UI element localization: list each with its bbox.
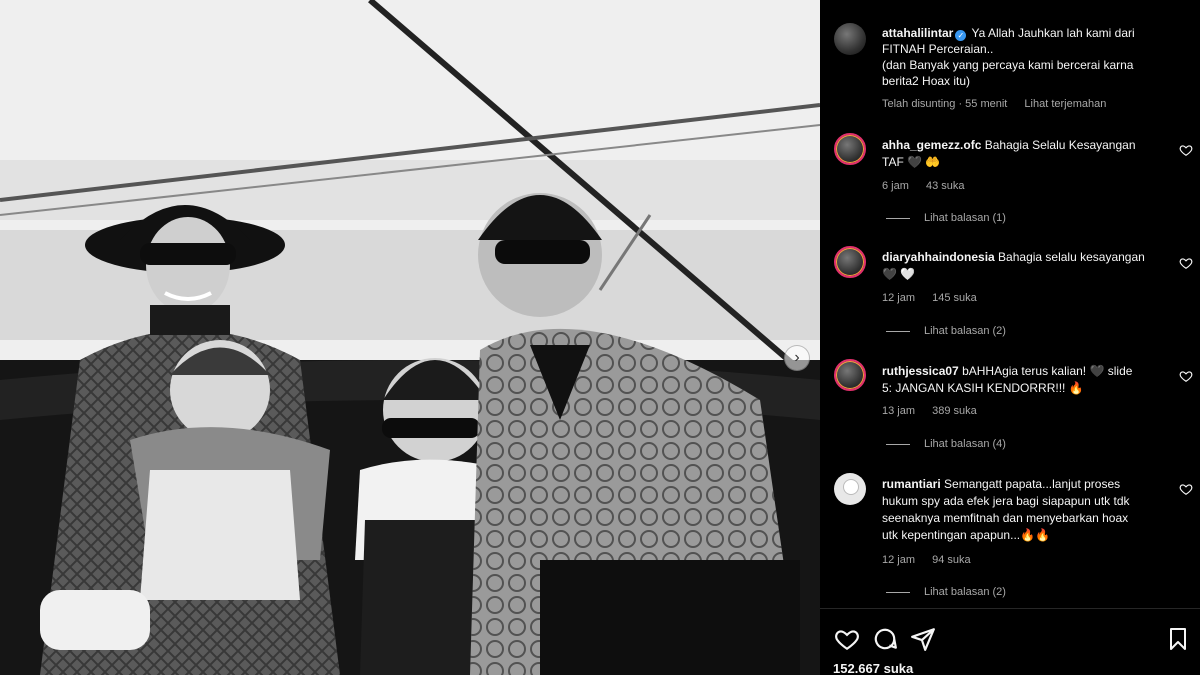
comment-text-line-1: Semangatt papata...lanjut proses	[944, 477, 1121, 491]
comment-meta: 12 jam 94 suka	[882, 554, 985, 566]
comment-username[interactable]: ruthjessica07	[882, 364, 959, 378]
comment-text-line-1: Bahagia selalu kesayangan	[998, 250, 1145, 264]
comment-time: 12 jam	[882, 292, 916, 304]
replies-dash	[886, 217, 910, 219]
comment-text-line-2: 5: JANGAN KASIH KENDORRR!!! 🔥	[882, 381, 1084, 395]
comment-meta: 13 jam 389 suka	[882, 405, 991, 417]
caption-line-1: Ya Allah Jauhkan lah kami dari	[971, 26, 1135, 40]
comment-time: 13 jam	[882, 405, 916, 417]
comment-heart-icon[interactable]	[1179, 482, 1193, 496]
comment-username[interactable]: ahha_gemezz.ofc	[882, 138, 981, 152]
commenter-avatar[interactable]	[834, 133, 866, 165]
bookmark-icon[interactable]	[1166, 626, 1190, 652]
likes-count[interactable]: 152.667 suka	[833, 661, 913, 675]
comment-text-line-2: hukum spy ada efek jera bagi siapapun ut…	[882, 494, 1130, 508]
comment: diaryahhaindonesia Bahagia selalu kesaya…	[882, 249, 1172, 283]
view-replies-label: Lihat balasan (4)	[924, 438, 1006, 450]
comment-heart-icon[interactable]	[1179, 369, 1193, 383]
comment-time: 6 jam	[882, 180, 909, 192]
commenter-avatar[interactable]	[834, 473, 866, 505]
caption-line-4: berita2 Hoax itu)	[882, 74, 971, 88]
replies-dash	[886, 330, 910, 332]
view-replies-label: Lihat balasan (1)	[924, 212, 1006, 224]
actions-divider	[820, 608, 1200, 609]
author-username[interactable]: attahalilintar	[882, 26, 953, 40]
comment: ahha_gemezz.ofc Bahagia Selalu Kesayanga…	[882, 137, 1172, 171]
family-photo-illustration	[0, 0, 820, 675]
comment-meta: 6 jam 43 suka	[882, 180, 979, 192]
view-replies-label: Lihat balasan (2)	[924, 586, 1006, 598]
view-replies-button[interactable]: Lihat balasan (2)	[886, 325, 1006, 337]
comment-heart-icon[interactable]	[1179, 143, 1193, 157]
replies-dash	[886, 591, 910, 593]
comment-text-line-2: TAF 🖤 🤲	[882, 155, 941, 169]
edited-timestamp: Telah disunting · 55 menit	[882, 98, 1008, 110]
heart-icon[interactable]	[834, 626, 860, 652]
comment-heart-icon[interactable]	[1179, 256, 1193, 270]
post-photo: ›	[0, 0, 820, 675]
comment-text-line-1: bAHHAgia terus kalian! 🖤 slide	[962, 364, 1133, 378]
view-replies-button[interactable]: Lihat balasan (4)	[886, 438, 1006, 450]
comment-username[interactable]: diaryahhaindonesia	[882, 250, 995, 264]
comment-text-line-3: seenaknya memfitnah dan menyebarkan hoax	[882, 511, 1129, 525]
next-slide-button[interactable]: ›	[784, 345, 810, 371]
verified-badge-icon: ✓	[955, 30, 967, 41]
comment-text-line-2: 🖤 🤍	[882, 267, 916, 281]
commenter-avatar[interactable]	[834, 246, 866, 278]
comment-text-line-1: Bahagia Selalu Kesayangan	[984, 138, 1136, 152]
post-caption: attahalilintar ✓ Ya Allah Jauhkan lah kam…	[882, 25, 1172, 112]
comment: rumantiari Semangatt papata...lanjut pro…	[882, 476, 1172, 544]
caption-line-2: FITNAH Perceraian..	[882, 42, 994, 56]
comment-icon[interactable]	[872, 626, 898, 652]
view-replies-button[interactable]: Lihat balasan (1)	[886, 212, 1006, 224]
replies-dash	[886, 443, 910, 445]
comment-likes[interactable]: 94 suka	[932, 554, 971, 566]
comment-meta: 12 jam 145 suka	[882, 292, 991, 304]
comment: ruthjessica07 bAHHAgia terus kalian! 🖤 s…	[882, 363, 1172, 397]
comment-time: 12 jam	[882, 554, 916, 566]
comment-likes[interactable]: 145 suka	[932, 292, 977, 304]
caption-line-3: (dan Banyak yang percaya kami bercerai k…	[882, 58, 1134, 72]
view-replies-button[interactable]: Lihat balasan (2)	[886, 586, 1006, 598]
author-avatar[interactable]	[834, 23, 866, 55]
translate-link[interactable]: Lihat terjemahan	[1024, 98, 1106, 110]
commenter-avatar[interactable]	[834, 359, 866, 391]
comment-username[interactable]: rumantiari	[882, 477, 941, 491]
view-replies-label: Lihat balasan (2)	[924, 325, 1006, 337]
comment-likes[interactable]: 389 suka	[932, 405, 977, 417]
comment-likes[interactable]: 43 suka	[926, 180, 965, 192]
comment-text-line-4: utk kepentingan apapun...🔥🔥	[882, 528, 1050, 542]
chevron-right-icon: ›	[794, 349, 800, 366]
post-actions-bar	[820, 618, 1200, 658]
share-icon[interactable]	[910, 626, 936, 652]
